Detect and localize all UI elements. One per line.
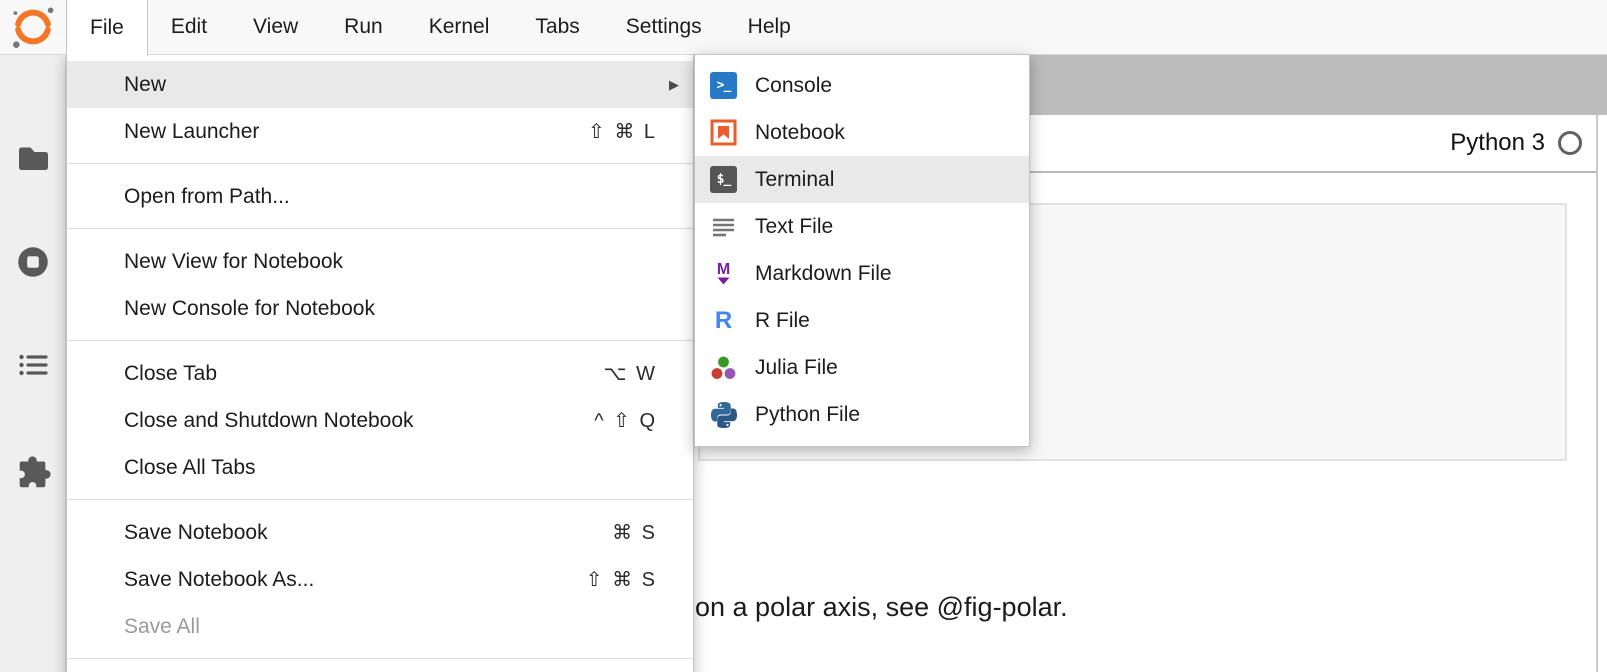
menubar-item-view[interactable]: View <box>230 0 321 54</box>
text-file-icon <box>710 213 737 240</box>
submenu-item-notebook[interactable]: Notebook <box>695 109 1029 156</box>
menu-separator <box>67 491 693 509</box>
python-file-icon <box>710 401 737 428</box>
menu-item-label: New Console for Notebook <box>124 297 375 321</box>
menubar-item-settings[interactable]: Settings <box>603 0 725 54</box>
menubar-item-file[interactable]: File <box>66 0 148 56</box>
submenu-arrow-icon: ▶ <box>669 77 679 93</box>
menu-item-label: Open from Path... <box>124 185 290 209</box>
menu-item-new-view-for-notebook[interactable]: New View for Notebook <box>67 238 693 285</box>
menu-item-save-notebook-as[interactable]: Save Notebook As... ⇧ ⌘ S <box>67 556 693 603</box>
menu-item-close-tab[interactable]: Close Tab ⌥ W <box>67 350 693 397</box>
kernel-indicator[interactable]: Python 3 <box>1450 129 1582 157</box>
menu-separator <box>67 155 693 173</box>
jupyter-logo-icon <box>7 1 59 53</box>
menubar-item-run[interactable]: Run <box>321 0 406 54</box>
submenu-item-label: Terminal <box>755 168 834 192</box>
submenu-item-console[interactable]: >_ Console <box>695 62 1029 109</box>
svg-text:M: M <box>717 261 730 278</box>
menu-separator <box>67 650 693 668</box>
menu-item-save-notebook[interactable]: Save Notebook ⌘ S <box>67 509 693 556</box>
submenu-item-label: Notebook <box>755 121 845 145</box>
menu-item-label: Save All <box>124 615 200 639</box>
menubar-item-help[interactable]: Help <box>725 0 814 54</box>
file-menu-dropdown: New ▶ New Launcher ⇧ ⌘ L Open from Path.… <box>66 55 694 672</box>
menu-shortcut: ^ ⇧ Q <box>594 408 657 433</box>
file-browser-icon[interactable] <box>13 138 53 178</box>
submenu-item-label: Python File <box>755 403 860 427</box>
menu-item-label: Save Notebook As... <box>124 568 314 592</box>
terminal-icon: $_ <box>710 166 737 193</box>
extension-manager-icon[interactable] <box>13 452 53 492</box>
submenu-item-label: Text File <box>755 215 833 239</box>
menu-separator <box>67 332 693 350</box>
kernel-status-icon[interactable] <box>1558 131 1582 155</box>
menu-shortcut: ⌘ S <box>612 520 657 545</box>
panel-right-border <box>1596 115 1598 672</box>
left-sidebar <box>0 55 66 672</box>
menu-item-save-all[interactable]: Save All <box>67 603 693 650</box>
markdown-file-icon: M <box>710 260 737 287</box>
submenu-item-label: Julia File <box>755 356 838 380</box>
menu-item-label: New View for Notebook <box>124 250 343 274</box>
notebook-icon <box>710 119 737 146</box>
menubar-item-tabs[interactable]: Tabs <box>512 0 602 54</box>
menubar-item-kernel[interactable]: Kernel <box>406 0 513 54</box>
jupyter-logo[interactable] <box>0 0 66 54</box>
submenu-item-julia-file[interactable]: Julia File <box>695 344 1029 391</box>
submenu-item-label: R File <box>755 309 810 333</box>
menu-item-label: Close Tab <box>124 362 217 386</box>
submenu-item-label: Markdown File <box>755 262 892 286</box>
menu-item-close-and-shutdown-notebook[interactable]: Close and Shutdown Notebook ^ ⇧ Q <box>67 397 693 444</box>
menu-item-new[interactable]: New ▶ <box>67 61 693 108</box>
menu-item-open-from-path[interactable]: Open from Path... <box>67 173 693 220</box>
submenu-item-terminal[interactable]: $_ Terminal <box>695 156 1029 203</box>
new-submenu: >_ Console Notebook $_ Terminal <box>694 54 1030 447</box>
running-kernels-icon[interactable] <box>13 242 53 282</box>
menu-item-label: Save Notebook <box>124 521 268 545</box>
menu-item-label: New Launcher <box>124 120 259 144</box>
menu-item-label: Close and Shutdown Notebook <box>124 409 414 433</box>
menu-shortcut: ⌥ W <box>604 361 657 386</box>
submenu-item-text-file[interactable]: Text File <box>695 203 1029 250</box>
menu-shortcut: ⇧ ⌘ S <box>586 567 657 592</box>
kernel-name: Python 3 <box>1450 129 1545 157</box>
menu-item-new-console-for-notebook[interactable]: New Console for Notebook <box>67 285 693 332</box>
submenu-item-python-file[interactable]: Python File <box>695 391 1029 438</box>
menu-bar: File Edit View Run Kernel Tabs Settings … <box>0 0 1607 55</box>
menu-shortcut: ⇧ ⌘ L <box>588 119 657 144</box>
jupyterlab-window: Python 3 on a polar axis, see @fig-polar… <box>0 0 1607 672</box>
menu-item-label: New <box>124 73 166 97</box>
console-icon: >_ <box>710 72 737 99</box>
menu-item-close-all-tabs[interactable]: Close All Tabs <box>67 444 693 491</box>
menu-item-label: Close All Tabs <box>124 456 256 480</box>
menu-separator <box>67 220 693 238</box>
submenu-item-markdown-file[interactable]: M Markdown File <box>695 250 1029 297</box>
menu-item-new-launcher[interactable]: New Launcher ⇧ ⌘ L <box>67 108 693 155</box>
markdown-paragraph: on a polar axis, see @fig-polar. <box>695 592 1068 623</box>
menubar-item-edit[interactable]: Edit <box>148 0 230 54</box>
r-file-icon: R <box>710 307 737 334</box>
julia-file-icon <box>710 354 737 381</box>
submenu-item-r-file[interactable]: R R File <box>695 297 1029 344</box>
table-of-contents-icon[interactable] <box>13 345 53 385</box>
submenu-item-label: Console <box>755 74 832 98</box>
